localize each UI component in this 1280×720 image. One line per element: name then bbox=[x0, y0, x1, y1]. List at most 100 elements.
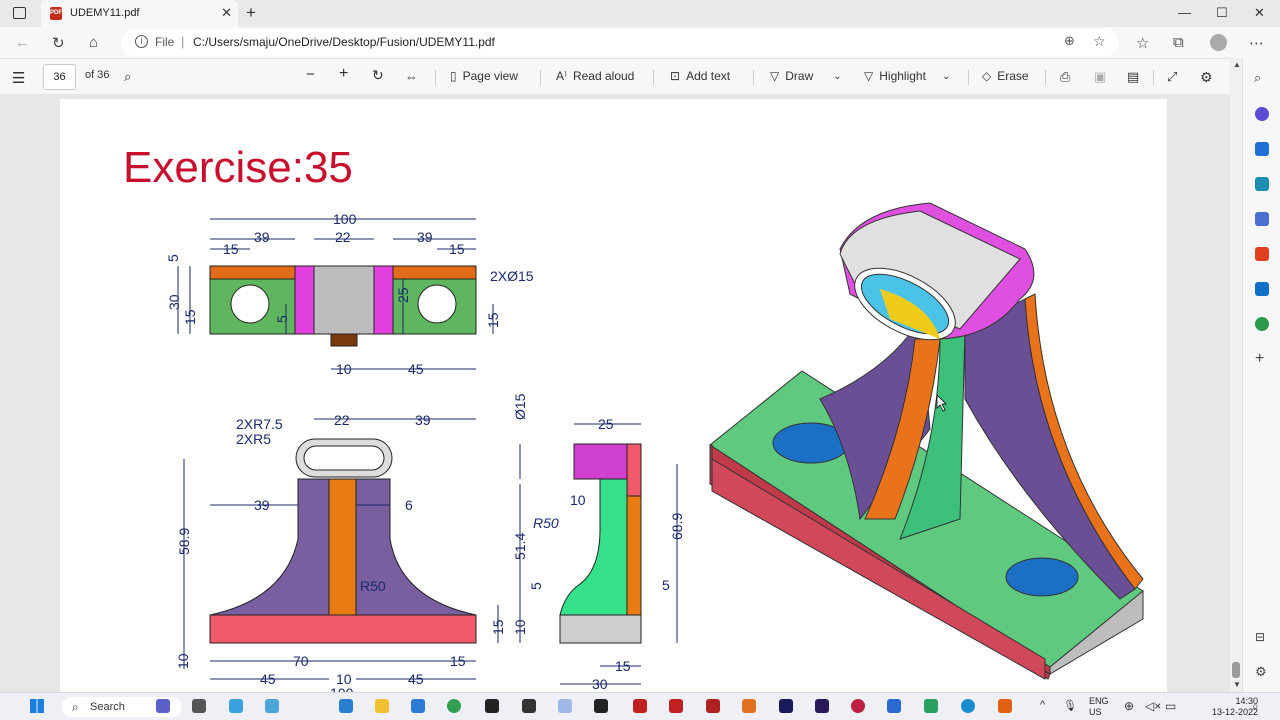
find-icon[interactable]: ⌕ bbox=[124, 69, 131, 85]
scroll-up-icon[interactable]: ▲ bbox=[1233, 60, 1241, 69]
favorite-icon[interactable]: ☆ bbox=[1093, 33, 1106, 50]
profile-avatar[interactable] bbox=[1210, 34, 1227, 51]
erase-button[interactable]: ◇ Erase bbox=[982, 69, 1029, 83]
zoom-in-icon[interactable]: + bbox=[339, 65, 348, 83]
lang-label: ENG bbox=[1089, 696, 1109, 706]
app-icon-10[interactable] bbox=[742, 699, 756, 713]
language-indicator[interactable]: ENG US bbox=[1089, 696, 1109, 718]
back-icon[interactable]: ← bbox=[15, 34, 30, 51]
audition-icon[interactable] bbox=[779, 699, 793, 713]
read-aloud-button[interactable]: A⁾ Read aloud bbox=[556, 69, 634, 83]
draw-button[interactable]: ▽ Draw ⌄ bbox=[770, 69, 842, 83]
zoom-out-icon[interactable]: − bbox=[306, 66, 315, 83]
shopping-icon[interactable] bbox=[1255, 142, 1269, 156]
file-explorer-icon[interactable] bbox=[375, 699, 389, 713]
highlight-button[interactable]: ▽ Highlight ⌄ bbox=[864, 69, 950, 83]
maximize-icon[interactable]: ☐ bbox=[1216, 5, 1228, 21]
app-icon-4[interactable] bbox=[411, 699, 425, 713]
app-icon-11[interactable] bbox=[851, 699, 865, 713]
draw-chevron-down-icon[interactable]: ⌄ bbox=[833, 71, 841, 82]
svg-text:15: 15 bbox=[485, 312, 501, 328]
rotate-icon[interactable]: ↻ bbox=[372, 67, 384, 84]
svg-text:30: 30 bbox=[592, 676, 608, 692]
start-icon[interactable] bbox=[30, 699, 44, 713]
svg-text:30: 30 bbox=[166, 294, 182, 310]
svg-text:2XØ15: 2XØ15 bbox=[490, 268, 534, 284]
tools-icon[interactable] bbox=[1255, 177, 1269, 191]
minimize-icon[interactable]: — bbox=[1178, 5, 1191, 20]
fit-width-icon[interactable]: ⇔ bbox=[405, 69, 418, 84]
close-tab-icon[interactable]: ✕ bbox=[221, 5, 232, 21]
edge-icon[interactable] bbox=[961, 699, 975, 713]
tray-chevron-icon[interactable]: ^ bbox=[1040, 699, 1045, 711]
new-tab-icon[interactable]: + bbox=[246, 3, 256, 23]
home-icon[interactable]: ⌂ bbox=[89, 34, 98, 51]
svg-text:10: 10 bbox=[336, 361, 352, 377]
highlight-chevron-down-icon[interactable]: ⌄ bbox=[942, 71, 950, 82]
refresh-icon[interactable]: ↻ bbox=[52, 34, 65, 52]
app-icon-6[interactable] bbox=[522, 699, 536, 713]
app-icon-9[interactable] bbox=[706, 699, 720, 713]
save-icon[interactable]: ▣ bbox=[1094, 69, 1106, 85]
volume-icon[interactable]: ◁× bbox=[1145, 699, 1161, 713]
office-icon[interactable] bbox=[1255, 247, 1269, 261]
add-sidebar-icon[interactable]: + bbox=[1255, 350, 1264, 368]
app-icon-2[interactable] bbox=[265, 699, 279, 713]
page-view-icon: ▯ bbox=[450, 69, 457, 83]
tab-actions-icon[interactable] bbox=[13, 7, 26, 19]
save-as-icon[interactable]: ▤ bbox=[1127, 69, 1139, 85]
page-number-input[interactable]: 36 bbox=[43, 64, 76, 90]
fullscreen-icon[interactable]: ⤢ bbox=[1167, 69, 1177, 85]
svg-text:15: 15 bbox=[449, 241, 465, 257]
sidebar-settings-gear-icon[interactable]: ⚙ bbox=[1255, 664, 1267, 680]
app-icon-12[interactable] bbox=[887, 699, 901, 713]
app-icon-nx[interactable] bbox=[633, 699, 647, 713]
sidebar-layout-icon[interactable]: ⊟ bbox=[1255, 630, 1265, 644]
games-icon[interactable] bbox=[1255, 212, 1269, 226]
notification-icon[interactable]: ⌕ bbox=[1252, 699, 1259, 714]
settings-gear-icon[interactable]: ⚙ bbox=[1200, 69, 1213, 86]
app-icon-5[interactable] bbox=[485, 699, 499, 713]
network-icon[interactable]: ⊕ bbox=[1124, 699, 1134, 713]
favorites-icon[interactable]: ☆ bbox=[1136, 34, 1149, 52]
app-icon-14[interactable] bbox=[998, 699, 1012, 713]
chat-icon[interactable] bbox=[156, 699, 170, 713]
scroll-down-icon[interactable]: ▼ bbox=[1233, 680, 1241, 689]
info-icon[interactable]: i bbox=[135, 35, 148, 48]
app-icon-8[interactable] bbox=[594, 699, 608, 713]
scroll-thumb[interactable] bbox=[1232, 662, 1240, 678]
scrollbar[interactable]: ▲ ▼ bbox=[1230, 58, 1242, 692]
svg-text:10: 10 bbox=[175, 653, 191, 669]
settings-taskbar-icon[interactable] bbox=[192, 699, 206, 713]
outlook-icon[interactable] bbox=[1255, 282, 1269, 296]
battery-icon[interactable]: ▭ bbox=[1165, 699, 1176, 713]
read-aloud-label: Read aloud bbox=[572, 69, 635, 83]
tab-title: UDEMY11.pdf bbox=[70, 7, 140, 19]
svg-text:25: 25 bbox=[598, 416, 614, 432]
premiere-icon[interactable] bbox=[815, 699, 829, 713]
app-icon-13[interactable] bbox=[924, 699, 938, 713]
contents-icon[interactable]: ☰ bbox=[12, 69, 25, 87]
app-icon-solidworks[interactable] bbox=[669, 699, 683, 713]
chrome-icon[interactable] bbox=[447, 699, 461, 713]
more-icon[interactable]: ⋯ bbox=[1249, 34, 1264, 52]
url-field[interactable]: i File | C:/Users/smaju/OneDrive/Desktop… bbox=[121, 29, 1119, 56]
mic-icon[interactable]: 🎙 bbox=[1063, 699, 1077, 712]
app-icon-1[interactable] bbox=[229, 699, 243, 713]
copilot-icon[interactable] bbox=[1255, 107, 1269, 121]
svg-text:R50: R50 bbox=[360, 578, 386, 594]
print-icon[interactable]: ⎙ bbox=[1060, 69, 1070, 85]
window-close-icon[interactable]: ✕ bbox=[1254, 5, 1265, 21]
tree-icon[interactable] bbox=[1255, 317, 1269, 331]
svg-text:39: 39 bbox=[415, 412, 431, 428]
collections-icon[interactable]: ⧉ bbox=[1173, 34, 1184, 51]
url-separator: | bbox=[181, 34, 185, 49]
svg-text:22: 22 bbox=[335, 229, 351, 245]
app-icon-7[interactable] bbox=[558, 699, 572, 713]
page-view-button[interactable]: ▯ Page view bbox=[450, 69, 518, 83]
tab-udemy11[interactable]: PDF UDEMY11.pdf ✕ bbox=[41, 0, 238, 27]
zoom-icon[interactable]: ⊕ bbox=[1064, 33, 1075, 49]
sidebar-search-icon[interactable]: ⌕ bbox=[1254, 70, 1261, 86]
app-icon-3[interactable] bbox=[339, 699, 353, 713]
add-text-button[interactable]: ⊡ Add text bbox=[670, 69, 730, 83]
